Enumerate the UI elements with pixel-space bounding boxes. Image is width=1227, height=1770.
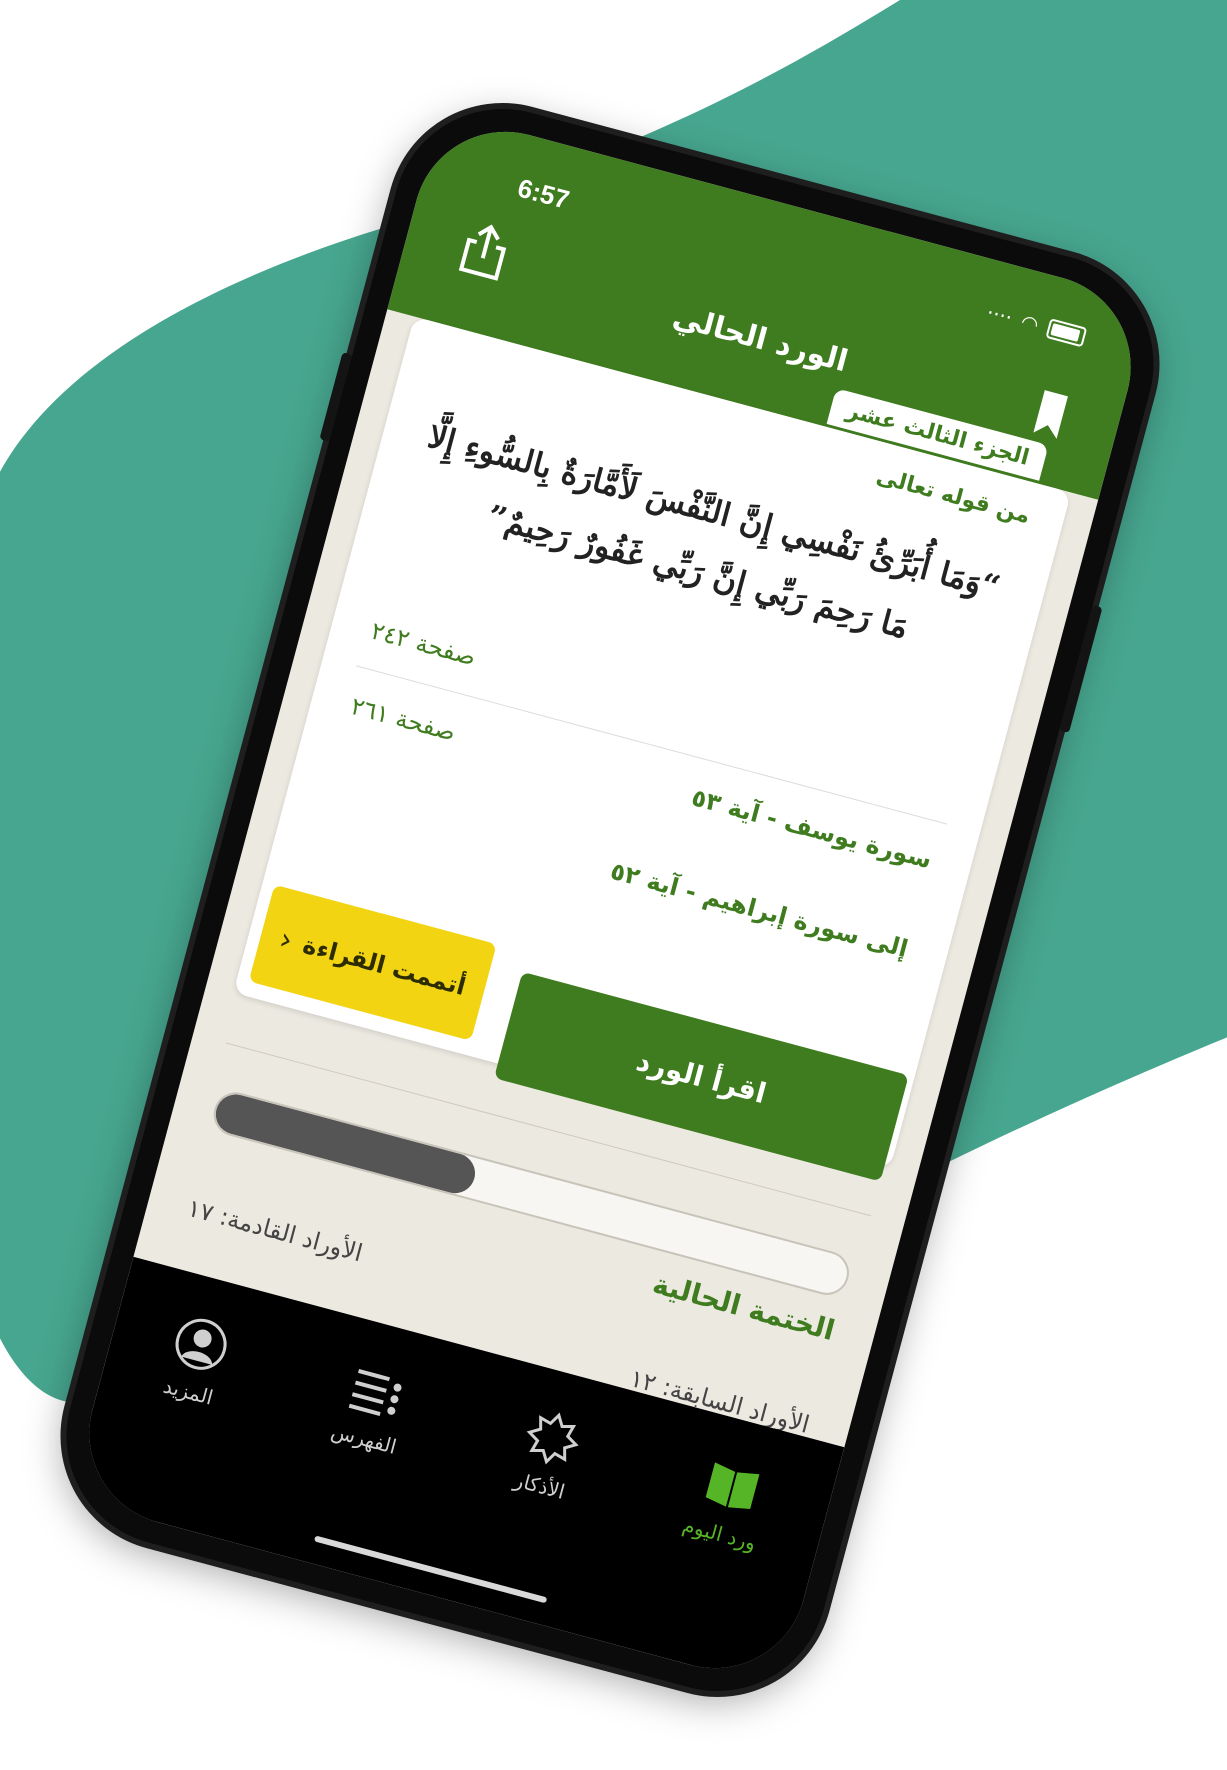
end-page: صفحة ٢٦١ [347, 691, 459, 747]
tab-bar: ورد اليوم الأذكار الفهرس المزيد [68, 1256, 845, 1689]
chevron-left-icon: ‹ [275, 921, 297, 958]
person-icon [175, 1318, 227, 1370]
tab-more[interactable]: المزيد [159, 1311, 234, 1410]
home-indicator [313, 1535, 548, 1604]
from-surah: سورة يوسف - آية ٥٣ [688, 783, 935, 875]
finished-label: أتممت القراءة [299, 930, 469, 1001]
tab-label: الأذكار [511, 1467, 568, 1504]
battery-icon [1045, 318, 1088, 348]
wifi-icon: ◠ [1018, 309, 1042, 337]
tab-adhkar[interactable]: الأذكار [510, 1405, 585, 1504]
tab-label: المزيد [160, 1373, 216, 1410]
star-badge-icon [526, 1412, 579, 1465]
tab-label: ورد اليوم [680, 1512, 759, 1556]
to-surah: إلى سورة إبراهيم - آية ٥٢ [607, 856, 911, 964]
tab-today-wird[interactable]: ورد اليوم [680, 1451, 775, 1555]
status-time: 6:57 [514, 172, 573, 215]
start-page: صفحة ٢٤٢ [368, 616, 479, 672]
open-book-icon [705, 1462, 760, 1509]
tab-index[interactable]: الفهرس [329, 1357, 416, 1459]
khatma-progress-fill [211, 1089, 480, 1198]
status-icons: ···· ◠ [984, 300, 1088, 349]
tab-label: الفهرس [328, 1418, 400, 1459]
signal-icon: ···· [984, 300, 1015, 330]
next-wirds-label: الأوراد القادمة: ١٧ [184, 1193, 366, 1268]
list-icon [348, 1368, 402, 1416]
